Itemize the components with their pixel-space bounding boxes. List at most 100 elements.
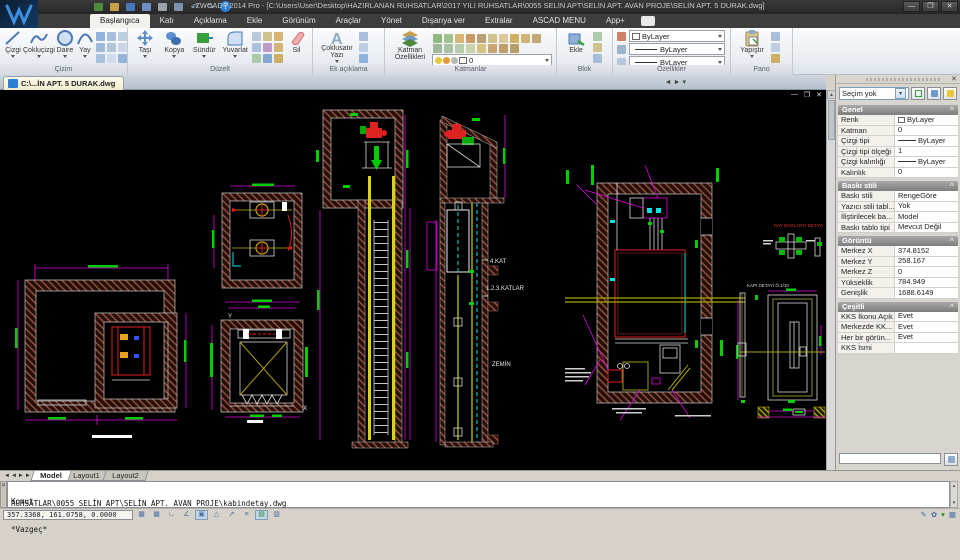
settings-icon[interactable]: ✿	[931, 510, 937, 519]
pencil-icon[interactable]: ✎	[921, 510, 927, 519]
dropdown-caret-icon[interactable]	[718, 48, 722, 51]
prop-row[interactable]: Her bir görün... Evet	[838, 332, 958, 343]
panel-header[interactable]: ✕	[836, 75, 960, 84]
leader-icon[interactable]	[359, 43, 368, 52]
rectangle-icon[interactable]	[117, 32, 127, 41]
ellipse-icon[interactable]	[95, 32, 105, 41]
document-tab[interactable]: C:\...İN APT. 5 DURAK.dwg	[3, 76, 125, 90]
vertical-scrollbar[interactable]: ▲	[826, 90, 836, 470]
collapse-chevron-icon[interactable]: ^	[950, 236, 954, 246]
panel-settings-button[interactable]	[944, 453, 958, 466]
dropdown-caret-icon[interactable]	[750, 55, 754, 58]
prop-row[interactable]: Yükseklik 784.949	[838, 277, 958, 288]
ortho-icon[interactable]: ∟	[165, 510, 178, 520]
clean-screen-icon[interactable]: ▦	[949, 510, 956, 519]
tab-ekle[interactable]: Ekle	[237, 14, 273, 28]
arc-button[interactable]: Yay	[75, 29, 95, 63]
layer-prev-icon[interactable]	[488, 34, 497, 43]
mirror-icon[interactable]	[252, 43, 261, 52]
layer-off-icon[interactable]	[521, 34, 530, 43]
grid-icon[interactable]: ▦	[135, 510, 148, 520]
layer-color-icon[interactable]	[466, 34, 475, 43]
tab-yonet[interactable]: Yönet	[371, 14, 412, 28]
stretch-button[interactable]: Sündür	[189, 29, 219, 63]
panel-close-icon[interactable]: ✕	[951, 75, 957, 83]
color-picker-icon[interactable]	[617, 31, 626, 41]
otrack-icon[interactable]: △	[210, 510, 223, 520]
prop-row[interactable]: Kalınlık 0	[838, 167, 958, 178]
color-combo[interactable]: ByLayer	[629, 30, 725, 42]
dropdown-caret-icon[interactable]	[143, 55, 148, 58]
minimize-button[interactable]: —	[903, 1, 920, 12]
tab-disariya-ver[interactable]: Dışarıya ver	[412, 14, 475, 28]
explode-icon[interactable]	[252, 54, 261, 63]
close-button[interactable]: ✕	[941, 1, 958, 12]
tab-aciklama[interactable]: Açıklama	[184, 14, 237, 28]
dynamic-input-icon[interactable]: ↗	[225, 510, 238, 520]
layer-merge-icon[interactable]	[444, 44, 453, 53]
dropdown-caret-icon[interactable]	[62, 55, 67, 58]
tab-extralar[interactable]: Extralar	[475, 14, 523, 28]
circle-button[interactable]: Daire	[55, 29, 75, 63]
join-icon[interactable]	[274, 54, 283, 63]
dimension-icon[interactable]	[359, 32, 368, 41]
section-header-goruntu[interactable]: Görüntü ^	[838, 236, 958, 246]
copy-clip-icon[interactable]	[771, 43, 780, 52]
layer-lock-icon[interactable]	[455, 34, 464, 43]
fillet-button[interactable]: Yuvarlat	[219, 29, 251, 63]
prop-row[interactable]: İliştirilecek ba... Model	[838, 212, 958, 223]
command-line[interactable]: RUHSATLAR\0055 SELİN APT\SELİN APT. AVAN…	[7, 481, 950, 533]
quick-select-button[interactable]	[911, 87, 925, 100]
tab-gorunum[interactable]: Görünüm	[272, 14, 325, 28]
command-grip[interactable]: ✕	[0, 481, 7, 508]
prop-row[interactable]: KKS İsmi	[838, 343, 958, 354]
feedback-bubble-icon[interactable]	[640, 16, 655, 26]
rotate-icon[interactable]	[274, 32, 283, 41]
layer-vp-icon[interactable]	[488, 44, 497, 53]
command-prompt[interactable]: Komut:	[11, 497, 38, 507]
linetype-combo[interactable]: ByLayer	[629, 43, 725, 55]
layer-uniso-icon[interactable]	[510, 34, 519, 43]
mdi-minimize-icon[interactable]: —	[791, 91, 798, 99]
array-icon[interactable]	[274, 43, 283, 52]
prop-row[interactable]: Baskı tablo tipi Mevcut Değil	[838, 222, 958, 233]
panel-search-box[interactable]	[839, 453, 941, 464]
dropdown-caret-icon[interactable]	[335, 60, 339, 63]
snap-icon[interactable]: ▦	[150, 510, 163, 520]
dropdown-caret-icon[interactable]	[718, 35, 722, 38]
region-icon[interactable]	[106, 43, 116, 52]
layer-match-icon[interactable]	[477, 34, 486, 43]
prop-row[interactable]: Merkez X 374.8152	[838, 246, 958, 257]
dropdown-caret-icon[interactable]	[202, 55, 207, 58]
prop-row[interactable]: Merkez Z0	[838, 267, 958, 278]
tab-app-plus[interactable]: App+	[596, 14, 635, 28]
polar-icon[interactable]: ∠	[180, 510, 193, 520]
insert-block-button[interactable]: Ekle	[560, 29, 592, 63]
osnap-icon[interactable]: ▣	[195, 509, 208, 520]
line-button[interactable]: Çizgi	[3, 29, 23, 63]
dropdown-caret-icon[interactable]	[82, 55, 87, 58]
section-header-baski-stili[interactable]: Baskı stili ^	[838, 181, 958, 191]
layer-cur-icon[interactable]	[466, 44, 475, 53]
layer-delete-icon[interactable]	[455, 44, 464, 53]
tab-layout2[interactable]: Layout2	[102, 471, 149, 481]
donut-icon[interactable]	[117, 54, 127, 63]
layer-new-icon[interactable]	[510, 44, 519, 53]
prop-row[interactable]: Genişlik 1688.6149	[838, 288, 958, 299]
collapse-chevron-icon[interactable]: ^	[950, 181, 954, 191]
tab-baslangica[interactable]: Başlangıca	[90, 14, 150, 28]
table-icon[interactable]	[359, 54, 368, 63]
attribute-icon[interactable]	[593, 54, 602, 63]
prop-row[interactable]: Yazıcı stili tabl... Yok	[838, 201, 958, 212]
point-icon[interactable]	[95, 54, 105, 63]
zwcad-logo[interactable]	[0, 0, 38, 28]
move-button[interactable]: Taşı	[131, 29, 159, 63]
dropdown-caret-icon[interactable]	[172, 55, 177, 58]
hatch-icon[interactable]	[95, 43, 105, 52]
collapse-chevron-icon[interactable]: ^	[950, 302, 954, 312]
prop-row[interactable]: Çizgi tipi ölçeği 1	[838, 146, 958, 157]
doctab-list-icon[interactable]: ▾	[682, 79, 688, 86]
dropdown-caret-icon[interactable]	[11, 55, 15, 58]
prop-row[interactable]: Merkezde KK... Evet	[838, 322, 958, 333]
cut-icon[interactable]	[771, 32, 780, 41]
